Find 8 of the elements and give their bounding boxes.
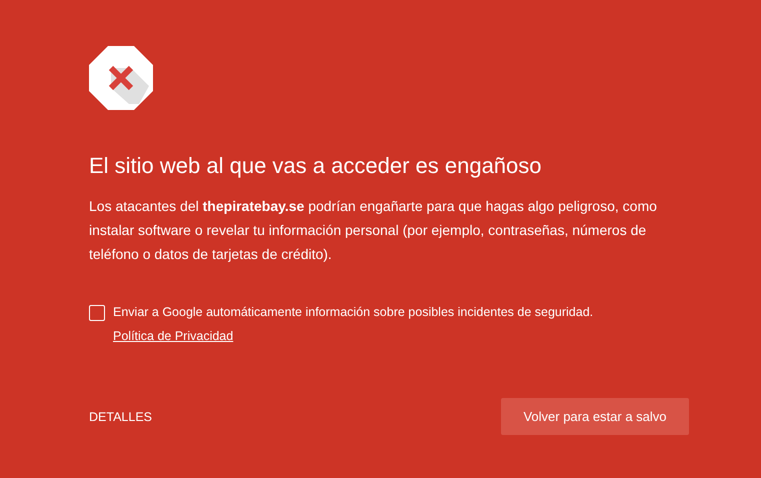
report-label: Enviar a Google automáticamente información sobre posibles incidentes de seguridad. Política de Privacidad [113, 304, 594, 345]
details-button[interactable]: DETALLES [89, 410, 152, 424]
warning-heading: El sitio web al que vas a acceder es engañoso [89, 152, 543, 180]
report-checkbox[interactable] [89, 305, 105, 321]
back-button[interactable]: Volver para estar a salvo [501, 398, 689, 435]
warning-message: Los atacantes del thepiratebay.se podrían engañarte para que hagas algo peligroso, como instalar software o revelar tu información personal (por ejemplo, contraseñas, números de teléfono o datos de tarjetas de crédito). [89, 197, 658, 264]
privacy-link[interactable]: Política de Privacidad [113, 329, 234, 343]
danger-icon [89, 46, 153, 110]
